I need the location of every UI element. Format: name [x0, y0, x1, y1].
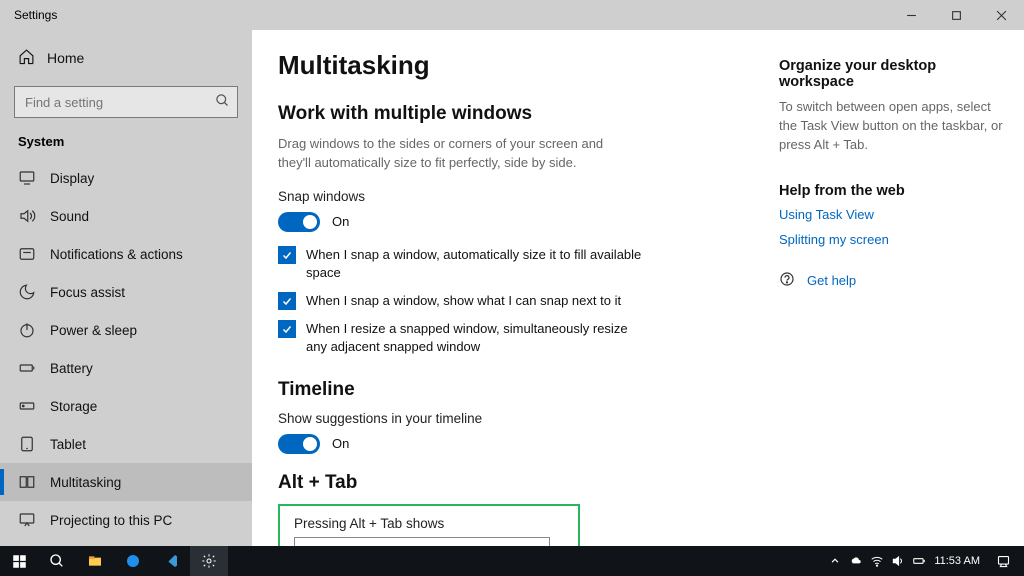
close-button[interactable]: [979, 0, 1024, 30]
sidebar-item-label: Display: [50, 171, 94, 186]
sound-icon: [18, 207, 36, 225]
sidebar-item-sound[interactable]: Sound: [0, 197, 252, 235]
search-box[interactable]: [14, 86, 238, 118]
aside-text-organize: To switch between open apps, select the …: [779, 98, 1004, 155]
link-task-view[interactable]: Using Task View: [779, 207, 1004, 222]
section-heading-alttab: Alt + Tab: [278, 472, 779, 494]
display-icon: [18, 169, 36, 187]
minimize-button[interactable]: [889, 0, 934, 30]
checkbox-resize-adjacent-label: When I resize a snapped window, simultan…: [306, 320, 646, 356]
taskbar: 11:53 AM: [0, 546, 1024, 576]
sidebar-item-power-sleep[interactable]: Power & sleep: [0, 311, 252, 349]
power-icon: [18, 321, 36, 339]
start-button[interactable]: [0, 546, 38, 576]
system-tray[interactable]: [828, 554, 926, 568]
tray-battery-icon[interactable]: [912, 554, 926, 568]
tray-volume-icon[interactable]: [891, 554, 905, 568]
focus-assist-icon: [18, 283, 36, 301]
timeline-toggle[interactable]: [278, 434, 320, 454]
tray-wifi-icon[interactable]: [870, 554, 884, 568]
sidebar-item-display[interactable]: Display: [0, 159, 252, 197]
snap-windows-state: On: [332, 214, 349, 229]
get-help-link[interactable]: Get help: [779, 271, 1004, 290]
sidebar-home-label: Home: [47, 50, 84, 66]
tray-onedrive-icon[interactable]: [849, 554, 863, 568]
window-controls: [889, 0, 1024, 30]
battery-icon: [18, 359, 36, 377]
sidebar-item-tablet[interactable]: Tablet: [0, 425, 252, 463]
window-title: Settings: [14, 8, 57, 22]
get-help-icon: [779, 271, 795, 290]
sidebar-item-multitasking[interactable]: Multitasking: [0, 463, 252, 501]
checkbox-autosize[interactable]: [278, 246, 296, 264]
checkbox-resize-adjacent[interactable]: [278, 320, 296, 338]
checkbox-show-snap-label: When I snap a window, show what I can sn…: [306, 292, 621, 310]
aside-heading-help: Help from the web: [779, 183, 1004, 199]
sidebar-item-label: Projecting to this PC: [50, 513, 172, 528]
sidebar-category: System: [0, 134, 252, 159]
taskbar-search[interactable]: [38, 546, 76, 576]
content-area: Multitasking Work with multiple windows …: [278, 50, 779, 576]
taskbar-settings[interactable]: [190, 546, 228, 576]
action-center-button[interactable]: [988, 546, 1018, 576]
sidebar-item-label: Sound: [50, 209, 89, 224]
get-help-label: Get help: [807, 273, 856, 288]
notifications-icon: [18, 245, 36, 263]
checkbox-autosize-label: When I snap a window, automatically size…: [306, 246, 646, 282]
sidebar-item-notifications[interactable]: Notifications & actions: [0, 235, 252, 273]
section-heading-timeline: Timeline: [278, 379, 779, 401]
sidebar-item-label: Tablet: [50, 437, 86, 452]
taskbar-edge[interactable]: [114, 546, 152, 576]
snap-windows-toggle[interactable]: [278, 212, 320, 232]
sidebar-item-focus-assist[interactable]: Focus assist: [0, 273, 252, 311]
sidebar-item-battery[interactable]: Battery: [0, 349, 252, 387]
timeline-label: Show suggestions in your timeline: [278, 411, 779, 426]
sidebar-item-label: Focus assist: [50, 285, 125, 300]
search-input[interactable]: [14, 86, 238, 118]
home-icon: [18, 48, 35, 68]
sidebar-item-projecting[interactable]: Projecting to this PC: [0, 501, 252, 539]
taskbar-vscode[interactable]: [152, 546, 190, 576]
sidebar-item-label: Storage: [50, 399, 97, 414]
snap-windows-label: Snap windows: [278, 189, 779, 204]
sidebar-nav: Display Sound Notifications & actions Fo…: [0, 159, 252, 539]
sidebar-item-label: Battery: [50, 361, 93, 376]
aside-panel: Organize your desktop workspace To switc…: [779, 50, 1004, 576]
taskbar-explorer[interactable]: [76, 546, 114, 576]
aside-heading-organize: Organize your desktop workspace: [779, 58, 1004, 90]
timeline-state: On: [332, 436, 349, 451]
projecting-icon: [18, 511, 36, 529]
multitasking-icon: [18, 473, 36, 491]
section-heading-windows: Work with multiple windows: [278, 103, 779, 125]
sidebar-item-label: Multitasking: [50, 475, 121, 490]
storage-icon: [18, 397, 36, 415]
page-title: Multitasking: [278, 50, 779, 81]
link-split-screen[interactable]: Splitting my screen: [779, 232, 1004, 247]
sidebar-home[interactable]: Home: [0, 40, 252, 82]
sidebar-item-label: Power & sleep: [50, 323, 137, 338]
sidebar-item-label: Notifications & actions: [50, 247, 183, 262]
tablet-icon: [18, 435, 36, 453]
sidebar-item-storage[interactable]: Storage: [0, 387, 252, 425]
maximize-button[interactable]: [934, 0, 979, 30]
title-bar: Settings: [0, 0, 1024, 30]
section-description: Drag windows to the sides or corners of …: [278, 135, 638, 173]
alttab-label: Pressing Alt + Tab shows: [294, 516, 564, 531]
sidebar: Home System Display Sound Notifications: [0, 30, 252, 576]
taskbar-clock[interactable]: 11:53 AM: [934, 555, 980, 567]
checkbox-show-snap[interactable]: [278, 292, 296, 310]
search-icon: [215, 93, 230, 113]
tray-chevron-icon[interactable]: [828, 554, 842, 568]
